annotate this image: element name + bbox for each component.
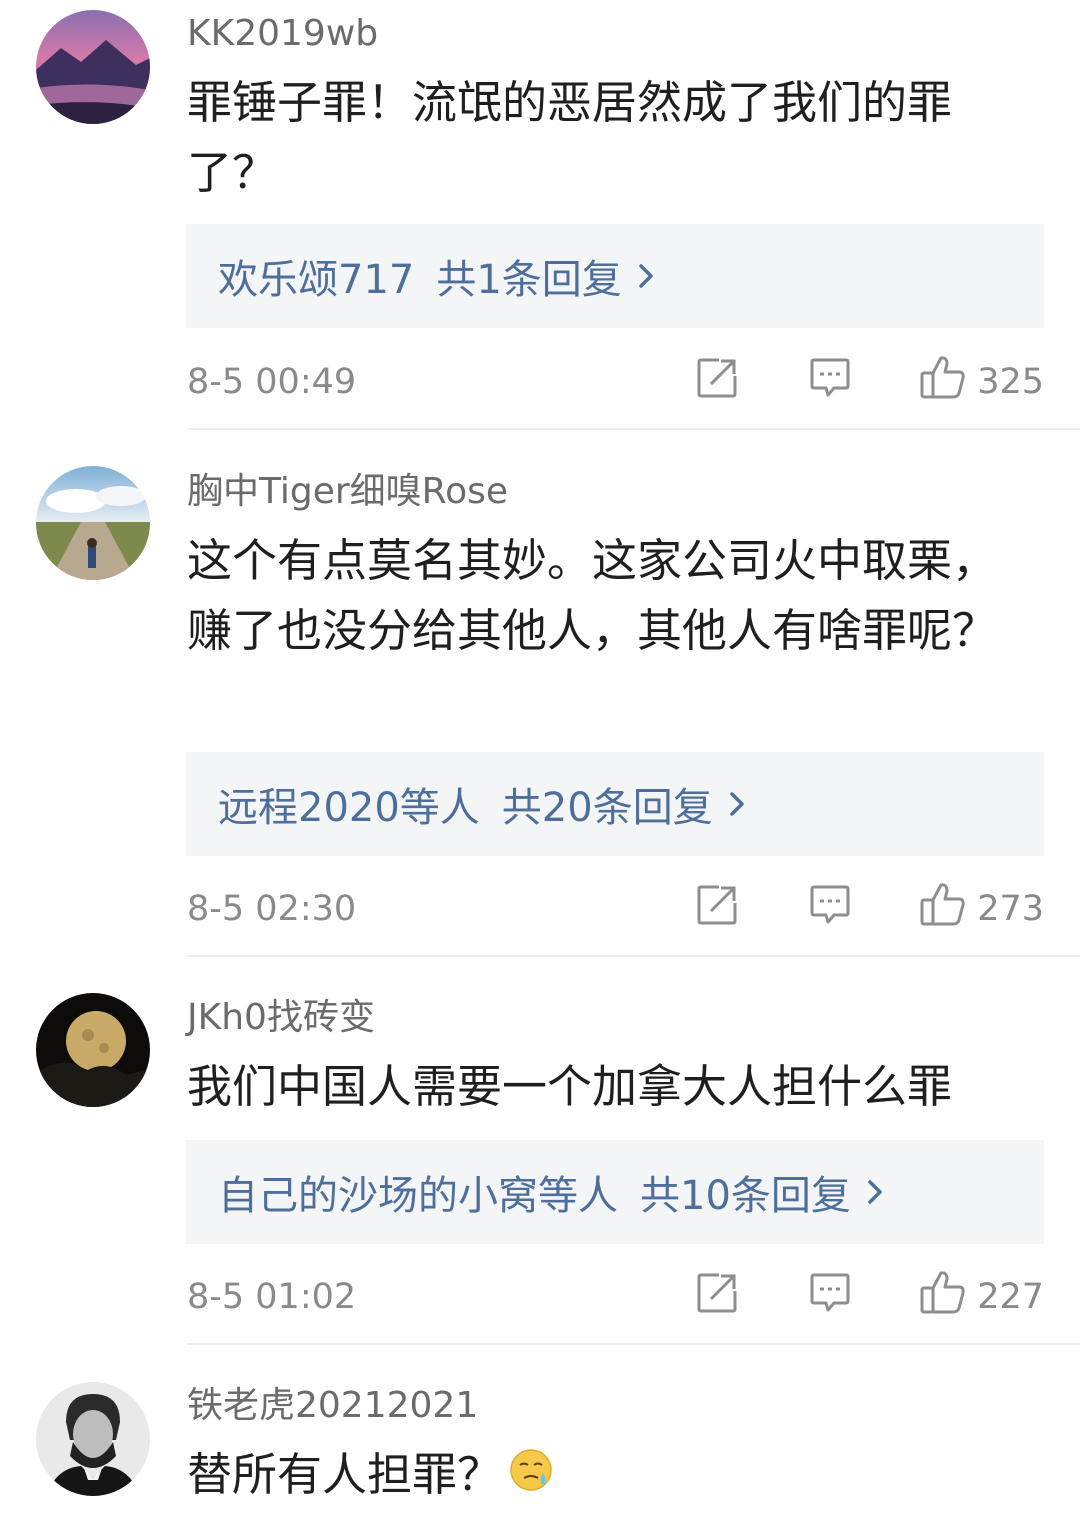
divider: [187, 955, 1080, 957]
username[interactable]: KK2019wb: [187, 12, 378, 56]
meta-row: 8-5 01:02 227: [187, 1271, 1044, 1321]
reply-names: 远程2020等人: [218, 785, 480, 831]
timestamp: 8-5 01:02: [187, 1277, 357, 1317]
cold-sweat-emoji-icon: [508, 1443, 554, 1513]
avatar[interactable]: [36, 10, 150, 124]
reply-summary[interactable]: 欢乐颂717 共1条回复: [186, 224, 1044, 328]
comment-text: 罪锤子罪！流氓的恶居然成了我们的罪了？: [187, 76, 953, 199]
chevron-right-icon: [727, 789, 747, 819]
share-icon[interactable]: [695, 1271, 739, 1319]
timestamp: 8-5 00:49: [187, 362, 357, 402]
chevron-right-icon: [865, 1177, 885, 1207]
meta-row: 8-5 00:49 325: [187, 356, 1044, 406]
username[interactable]: 铁老虎20212021: [187, 1384, 478, 1428]
username[interactable]: 胸中Tiger细嗅Rose: [187, 470, 508, 514]
comment-icon[interactable]: [808, 883, 852, 931]
avatar[interactable]: [36, 1382, 150, 1496]
like-count: 325: [977, 362, 1044, 402]
reply-count: 共1条回复: [436, 257, 622, 303]
comment-text-content: 替所有人担罪？: [187, 1448, 503, 1501]
thumbs-up-icon[interactable]: [919, 880, 967, 932]
reply-names: 欢乐颂717: [218, 257, 415, 303]
reply-count: 共10条回复: [640, 1173, 851, 1219]
thumbs-up-icon[interactable]: [919, 353, 967, 405]
divider: [187, 428, 1080, 430]
like-count: 227: [977, 1277, 1044, 1317]
share-icon[interactable]: [695, 883, 739, 931]
avatar[interactable]: [36, 466, 150, 580]
comment-text: 我们中国人需要一个加拿大人担什么罪: [187, 1060, 953, 1113]
timestamp: 8-5 02:30: [187, 889, 357, 929]
thumbs-up-icon[interactable]: [919, 1268, 967, 1320]
reply-summary[interactable]: 自己的沙场的小窝等人 共10条回复: [186, 1140, 1044, 1244]
reply-names: 自己的沙场的小窝等人: [218, 1173, 618, 1219]
reply-summary[interactable]: 远程2020等人 共20条回复: [186, 752, 1044, 856]
reply-count: 共20条回复: [501, 785, 713, 831]
meta-row: 8-5 02:30 273: [187, 883, 1044, 933]
divider: [187, 1343, 1080, 1345]
avatar[interactable]: [36, 993, 150, 1107]
share-icon[interactable]: [695, 356, 739, 404]
comment-text: 这个有点莫名其妙。这家公司火中取栗，赚了也没分给其他人，其他人有啥罪呢？: [187, 534, 998, 657]
comment-icon[interactable]: [808, 356, 852, 404]
like-count: 273: [977, 889, 1044, 929]
comment-text: 替所有人担罪？: [187, 1440, 1017, 1513]
comment-icon[interactable]: [808, 1271, 852, 1319]
username[interactable]: JKh0找砖变: [187, 996, 375, 1040]
chevron-right-icon: [636, 261, 656, 291]
